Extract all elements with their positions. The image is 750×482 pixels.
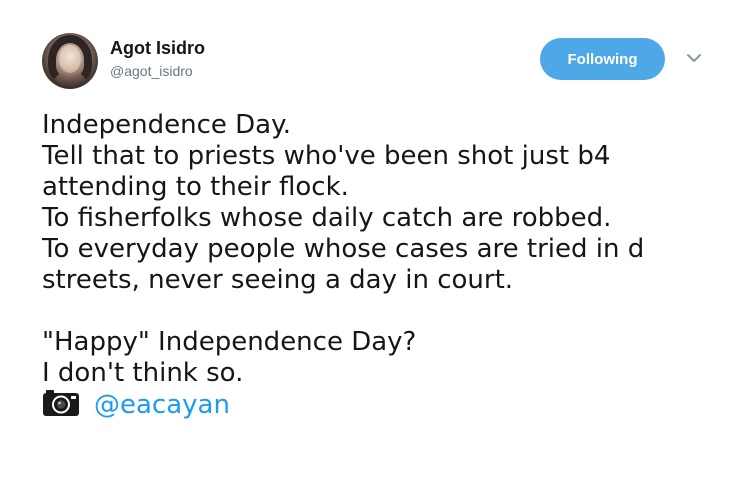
avatar[interactable] <box>42 33 98 89</box>
photo-credit: @eacayan <box>42 389 742 420</box>
tweet-line: attending to their flock. <box>42 172 349 202</box>
chevron-down-icon[interactable] <box>684 50 704 66</box>
author-name[interactable]: Agot Isidro <box>110 38 205 59</box>
tweet-line: To everyday people whose cases are tried… <box>42 234 645 264</box>
tweet-line: I don't think so. <box>42 358 244 388</box>
author-handle[interactable]: @agot_isidro <box>110 63 193 79</box>
camera-icon <box>43 390 79 416</box>
mention-link[interactable]: @eacayan <box>94 390 230 420</box>
tweet-line: To fisherfolks whose daily catch are rob… <box>42 203 612 233</box>
tweet-text: Independence Day. Tell that to priests w… <box>42 110 742 420</box>
tweet-card: Agot Isidro @agot_isidro Following Indep… <box>0 0 750 482</box>
following-button[interactable]: Following <box>540 38 665 80</box>
tweet-line: "Happy" Independence Day? <box>42 327 417 357</box>
tweet-line: streets, never seeing a day in court. <box>42 265 514 295</box>
tweet-line: Tell that to priests who've been shot ju… <box>42 141 611 171</box>
tweet-line: Independence Day. <box>42 110 292 140</box>
